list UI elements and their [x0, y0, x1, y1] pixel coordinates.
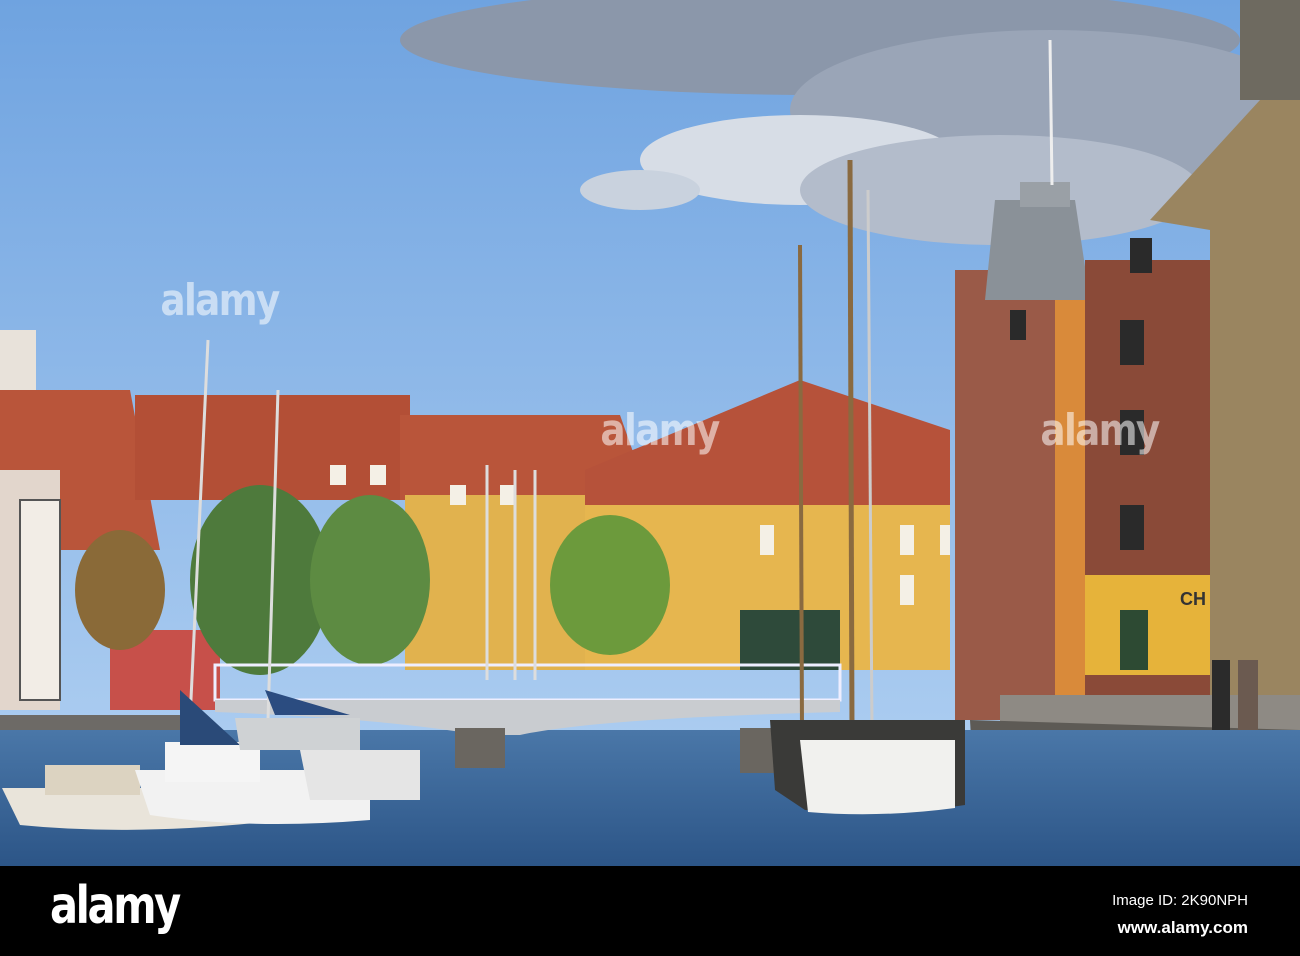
footer-bar: alamy Image ID: 2K90NPH www.alamy.com	[0, 866, 1300, 956]
alamy-logo: alamy	[50, 876, 181, 936]
watermark: alamy	[1040, 405, 1160, 456]
watermark: alamy	[600, 405, 720, 456]
image-id: Image ID: 2K90NPH	[1112, 892, 1248, 909]
site-url: www.alamy.com	[1117, 918, 1248, 937]
photo-scene: CH alamy alamy alamy alamy Image ID: 2K9…	[0, 0, 1300, 956]
shop-sign: CH	[1180, 589, 1206, 609]
watermark: alamy	[160, 275, 280, 326]
